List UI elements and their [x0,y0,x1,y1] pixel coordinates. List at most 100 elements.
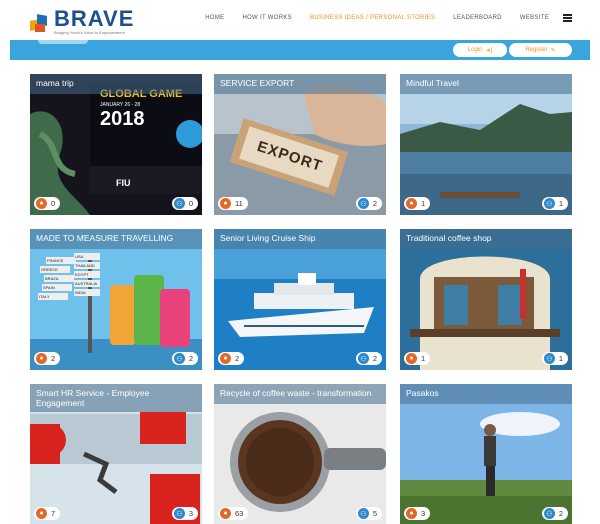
participants-count[interactable]: ⚇ 2 [355,197,382,210]
comment-icon: ● [406,508,417,519]
comment-icon: ● [220,508,231,519]
comments-value: 3 [421,509,426,518]
participants-value: 1 [558,199,563,208]
participants-count[interactable]: ⚇ 2 [541,507,568,520]
card-title: Senior Living Cruise Ship [214,229,386,249]
card-title: Pasakos [400,384,572,404]
people-icon: ⚇ [543,353,555,364]
story-card[interactable]: Traditional coffee shop ● 1 ⚇ 1 [400,229,572,370]
register-button[interactable]: Register ✎ [509,43,572,57]
card-title: Recycle of coffee waste - transformation [214,384,386,404]
poster-text: GLOBAL GAME JANUARY 26 - 28 2018 [100,88,200,130]
comments-count[interactable]: ● 1 [404,197,431,210]
comment-icon: ● [406,198,417,209]
comments-count[interactable]: ● 2 [218,352,245,365]
participants-value: 3 [188,509,193,518]
participants-count[interactable]: ⚇ 5 [355,507,382,520]
sign-label: INDIA [74,289,100,296]
sign-label: USA [74,253,100,260]
site-header: BRAVE Bridging Youth's Voice to Empowerm… [0,0,600,40]
card-image [214,74,386,215]
story-card[interactable]: Smart HR Service - Employee Engagement ●… [30,384,202,524]
story-card[interactable]: Recycle of coffee waste - transformation… [214,384,386,524]
nav-how-it-works[interactable]: HOW IT WORKS [242,15,292,21]
comments-count[interactable]: ● 3 [404,507,431,520]
comments-count[interactable]: ● 0 [34,197,61,210]
nav-leaderboard[interactable]: LEADERBOARD [453,15,502,21]
sign-label: THAILAND [74,262,100,269]
nav-home[interactable]: HOME [205,15,224,21]
brand-name: BRAVE [54,6,135,31]
poster-org: FIU [116,178,131,188]
comments-value: 2 [235,354,240,363]
comment-icon: ● [36,508,47,519]
comments-count[interactable]: ● 2 [34,352,61,365]
people-icon: ⚇ [173,198,185,209]
sign-label: ITALY [38,293,68,300]
auth-bar: Login ➜] Register ✎ [10,40,590,60]
comments-count[interactable]: ● 63 [218,507,249,520]
people-icon: ⚇ [357,353,369,364]
sign-label: AUSTRALIA [74,280,100,287]
nav-business-ideas[interactable]: BUSINESS IDEAS / PERSONAL STORIES [310,15,435,21]
participants-value: 2 [372,354,377,363]
participants-count[interactable]: ⚇ 1 [541,352,568,365]
people-icon: ⚇ [543,198,555,209]
comments-value: 63 [235,509,244,518]
edit-icon: ✎ [550,47,556,54]
comments-count[interactable]: ● 11 [218,197,248,210]
card-title: SERVICE EXPORT [214,74,386,94]
story-card[interactable]: Senior Living Cruise Ship ● 2 ⚇ 2 [214,229,386,370]
sign-label: BRAZIL [44,275,74,282]
story-card[interactable]: FRANCE GREECE BRAZIL SPAIN ITALY USA THA… [30,229,202,370]
participants-value: 2 [188,354,193,363]
card-title: Mindful Travel [400,74,572,94]
comment-icon: ● [220,198,231,209]
people-icon: ⚇ [173,508,185,519]
participants-count[interactable]: ⚇ 2 [355,352,382,365]
people-icon: ⚇ [543,508,555,519]
brand-tagline: Bridging Youth's Voice to Empowerment [54,30,125,35]
comments-value: 0 [51,199,56,208]
login-button[interactable]: Login ➜] [453,43,507,57]
brand-logo[interactable]: BRAVE Bridging Youth's Voice to Empowerm… [30,8,134,35]
menu-icon[interactable] [563,14,572,22]
comment-icon: ● [36,198,47,209]
comments-count[interactable]: ● 1 [404,352,431,365]
story-card[interactable]: EXPORT SERVICE EXPORT ● 11 ⚇ 2 [214,74,386,215]
card-image [400,384,572,524]
participants-count[interactable]: ⚇ 1 [541,197,568,210]
card-title: Smart HR Service - Employee Engagement [30,384,202,412]
sign-label: GREECE [40,266,70,273]
participants-value: 5 [372,509,377,518]
people-icon: ⚇ [357,198,369,209]
main-nav: HOME HOW IT WORKS BUSINESS IDEAS / PERSO… [187,14,572,22]
participants-count[interactable]: ⚇ 0 [171,197,198,210]
participants-value: 2 [558,509,563,518]
comments-value: 7 [51,509,56,518]
card-image [400,229,572,370]
card-title: mama trip [30,74,202,94]
participants-count[interactable]: ⚇ 2 [171,352,198,365]
participants-value: 1 [558,354,563,363]
comments-value: 11 [235,199,243,208]
comment-icon: ● [406,353,417,364]
comment-icon: ● [220,353,231,364]
nav-website[interactable]: WEBSITE [520,15,549,21]
story-card[interactable]: GLOBAL GAME JANUARY 26 - 28 2018 FIU mam… [30,74,202,215]
poster-year: 2018 [100,108,145,130]
comment-icon: ● [36,353,47,364]
card-title: Traditional coffee shop [400,229,572,249]
comments-value: 1 [421,354,426,363]
login-icon: ➜] [485,47,493,54]
card-image [214,384,386,524]
card-image [400,74,572,215]
story-card[interactable]: Mindful Travel ● 1 ⚇ 1 [400,74,572,215]
card-title: MADE TO MEASURE TRAVELLING [30,229,202,249]
story-card[interactable]: Pasakos ● 3 ⚇ 2 [400,384,572,524]
participants-count[interactable]: ⚇ 3 [171,507,198,520]
comments-count[interactable]: ● 7 [34,507,61,520]
comments-value: 2 [51,354,56,363]
card-image [214,229,386,370]
participants-value: 2 [372,199,377,208]
